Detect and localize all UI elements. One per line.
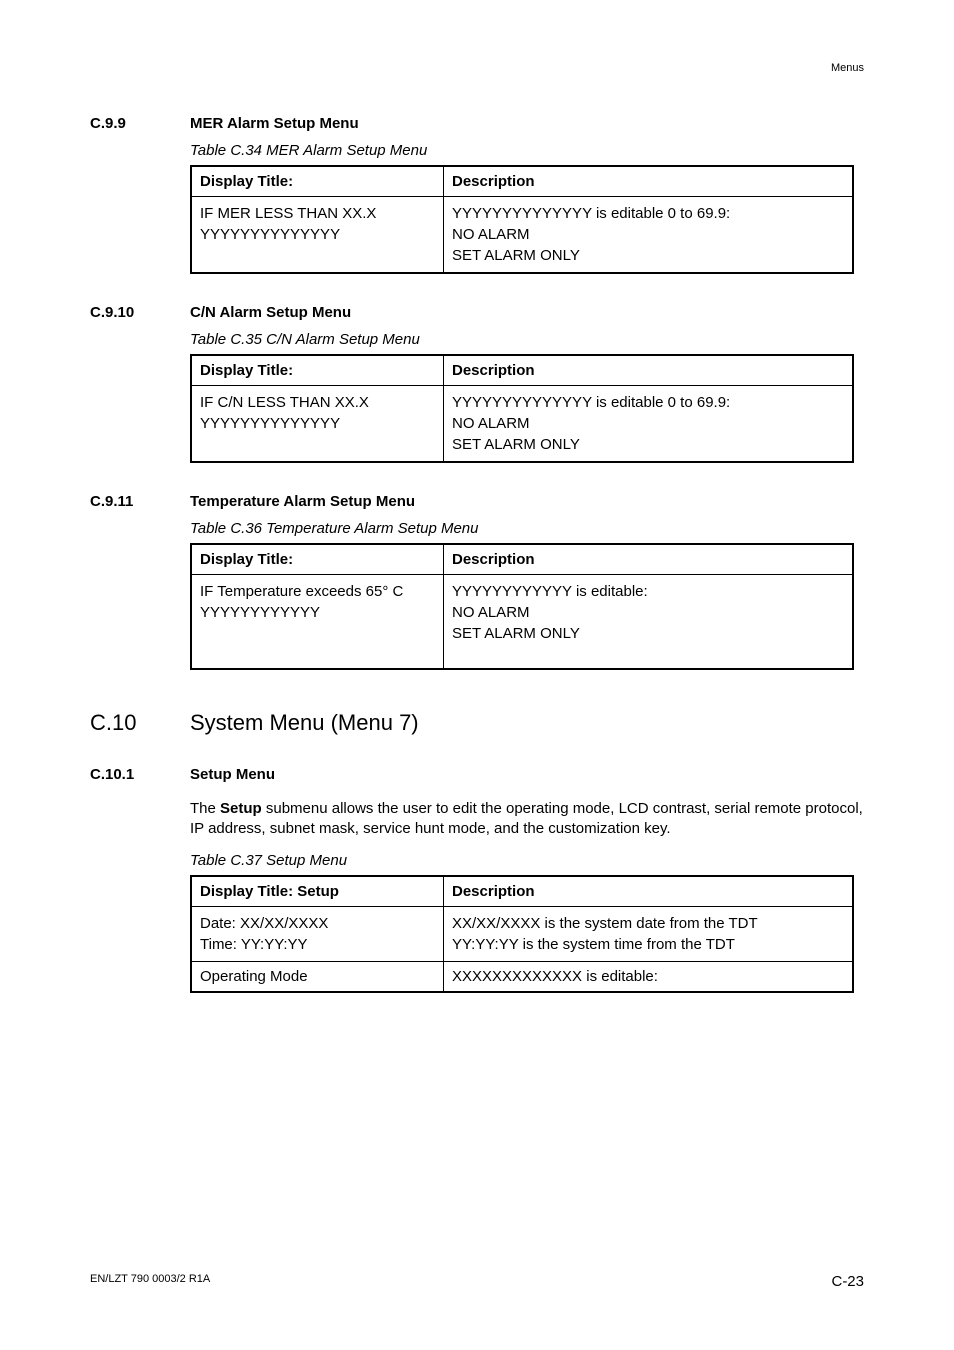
section-title: C/N Alarm Setup Menu xyxy=(190,304,351,321)
cell-text: YYYYYYYYYYYYYY is editable 0 to 69.9: xyxy=(452,392,844,413)
cell-text: Time: YY:YY:YY xyxy=(200,934,435,955)
section-number: C.9.10 xyxy=(90,304,190,321)
table-caption: Table C.36 Temperature Alarm Setup Menu xyxy=(190,520,864,537)
cell-text: XX/XX/XXXX is the system date from the T… xyxy=(452,913,844,934)
cell-text: XXXXXXXXXXXXX is editable: xyxy=(444,961,854,992)
mer-alarm-table: Display Title: Description IF MER LESS T… xyxy=(190,165,854,274)
table-header-cell: Description xyxy=(444,876,854,907)
cell-text: YYYYYYYYYYYY is editable: xyxy=(452,581,844,602)
section-title: Temperature Alarm Setup Menu xyxy=(190,493,415,510)
table-header-cell: Display Title: xyxy=(191,355,444,386)
cell-text: NO ALARM xyxy=(452,413,844,434)
table-row: IF C/N LESS THAN XX.X YYYYYYYYYYYYYY YYY… xyxy=(191,386,853,463)
cell-text: YYYYYYYYYYYYYY xyxy=(200,413,435,434)
setup-menu-table: Display Title: Setup Description Date: X… xyxy=(190,875,854,993)
cell-text: SET ALARM ONLY xyxy=(452,434,844,455)
footer-doc-id: EN/LZT 790 0003/2 R1A xyxy=(90,1273,210,1290)
cell-text: Operating Mode xyxy=(191,961,444,992)
section-c10-heading: C.10 System Menu (Menu 7) xyxy=(90,710,864,736)
table-header-cell: Display Title: xyxy=(191,544,444,575)
page-footer: EN/LZT 790 0003/2 R1A C-23 xyxy=(90,1273,864,1290)
table-row: IF MER LESS THAN XX.X YYYYYYYYYYYYYY YYY… xyxy=(191,197,853,274)
para-bold: Setup xyxy=(220,800,262,817)
section-number: C.10 xyxy=(90,710,190,736)
table-header-cell: Display Title: Setup xyxy=(191,876,444,907)
table-row: Operating Mode XXXXXXXXXXXXX is editable… xyxy=(191,961,853,992)
section-number: C.9.11 xyxy=(90,493,190,510)
table-caption: Table C.35 C/N Alarm Setup Menu xyxy=(190,331,864,348)
table-header-cell: Description xyxy=(444,166,854,197)
cell-text: SET ALARM ONLY xyxy=(452,245,844,266)
para-text: submenu allows the user to edit the oper… xyxy=(190,800,863,837)
footer-page-number: C-23 xyxy=(831,1273,864,1290)
table-header-cell: Description xyxy=(444,544,854,575)
cell-text: Date: XX/XX/XXXX xyxy=(200,913,435,934)
section-title: MER Alarm Setup Menu xyxy=(190,115,359,132)
table-row: IF Temperature exceeds 65° C YYYYYYYYYYY… xyxy=(191,575,853,670)
cell-text: NO ALARM xyxy=(452,602,844,623)
cell-text: NO ALARM xyxy=(452,224,844,245)
cell-text: YYYYYYYYYYYY xyxy=(200,602,435,623)
section-c911-heading: C.9.11 Temperature Alarm Setup Menu xyxy=(90,493,864,510)
cell-text: YYYYYYYYYYYYYY xyxy=(200,224,435,245)
section-title: Setup Menu xyxy=(190,766,275,783)
para-text: The xyxy=(190,800,220,817)
section-number: C.9.9 xyxy=(90,115,190,132)
table-row: Date: XX/XX/XXXX Time: YY:YY:YY XX/XX/XX… xyxy=(191,906,853,961)
temperature-alarm-table: Display Title: Description IF Temperatur… xyxy=(190,543,854,670)
section-c101-heading: C.10.1 Setup Menu xyxy=(90,766,864,783)
section-c99-heading: C.9.9 MER Alarm Setup Menu xyxy=(90,115,864,132)
cell-text: YY:YY:YY is the system time from the TDT xyxy=(452,934,844,955)
section-title: System Menu (Menu 7) xyxy=(190,710,419,736)
cell-text: IF C/N LESS THAN XX.X xyxy=(200,392,435,413)
section-c910-heading: C.9.10 C/N Alarm Setup Menu xyxy=(90,304,864,321)
table-header-cell: Description xyxy=(444,355,854,386)
page-header-right: Menus xyxy=(831,62,864,74)
table-header-cell: Display Title: xyxy=(191,166,444,197)
table-caption: Table C.37 Setup Menu xyxy=(190,852,864,869)
paragraph: The Setup submenu allows the user to edi… xyxy=(190,799,864,840)
table-caption: Table C.34 MER Alarm Setup Menu xyxy=(190,142,864,159)
cell-text: YYYYYYYYYYYYYY is editable 0 to 69.9: xyxy=(452,203,844,224)
section-number: C.10.1 xyxy=(90,766,190,783)
cell-text: SET ALARM ONLY xyxy=(452,623,844,644)
cell-text: IF MER LESS THAN XX.X xyxy=(200,203,435,224)
cell-text: IF Temperature exceeds 65° C xyxy=(200,581,435,602)
cn-alarm-table: Display Title: Description IF C/N LESS T… xyxy=(190,354,854,463)
